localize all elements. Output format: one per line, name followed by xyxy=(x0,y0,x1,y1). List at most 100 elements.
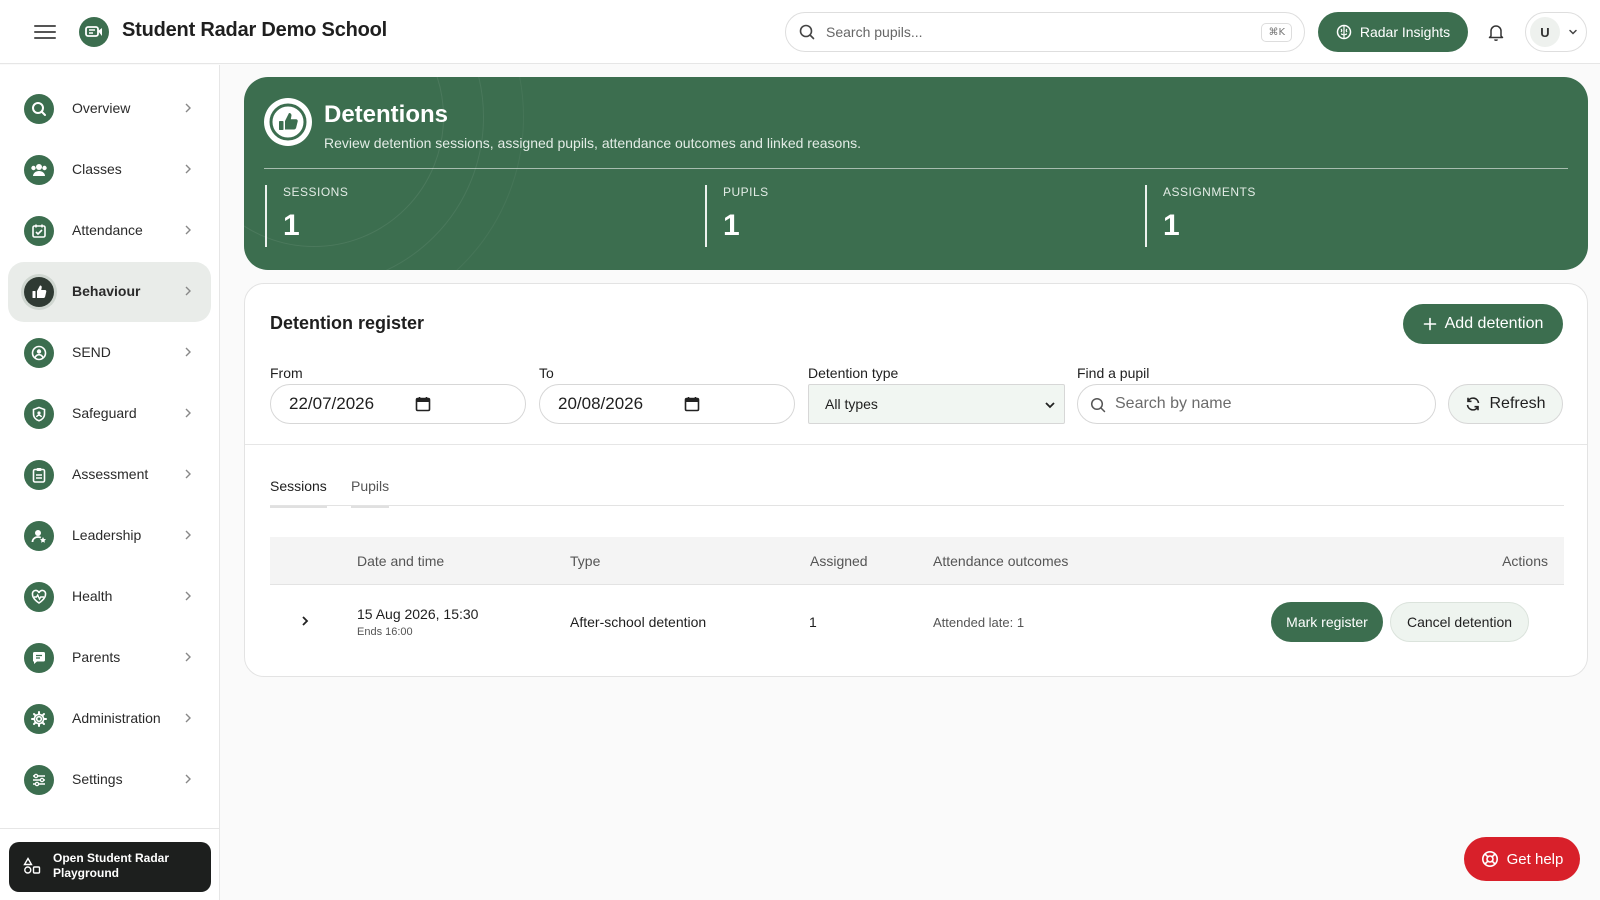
avatar: U xyxy=(1530,17,1560,47)
chevron-right-icon xyxy=(185,652,191,662)
sidebar-item-label: Assessment xyxy=(72,466,149,482)
person-star-icon xyxy=(24,521,54,551)
mark-register-button[interactable]: Mark register xyxy=(1271,602,1383,642)
from-label: From xyxy=(270,365,303,381)
sidebar-item-safeguard[interactable]: Safeguard xyxy=(8,384,211,444)
person-circle-icon xyxy=(24,338,54,368)
thumbs-up-icon xyxy=(24,277,54,307)
search-icon xyxy=(799,24,815,40)
refresh-label: Refresh xyxy=(1489,395,1546,412)
sidebar-item-settings[interactable]: Settings xyxy=(8,750,211,810)
column-header-date: Date and time xyxy=(357,553,445,569)
sidebar-item-behaviour[interactable]: Behaviour xyxy=(8,262,211,322)
sidebar-item-label: Administration xyxy=(72,710,161,726)
register-title: Detention register xyxy=(270,313,425,333)
from-date-field[interactable]: 22/07/2026 xyxy=(270,384,526,424)
stat-value: 1 xyxy=(1163,209,1180,242)
detention-type-label: Detention type xyxy=(808,365,899,381)
sidebar-item-leadership[interactable]: Leadership xyxy=(8,506,211,566)
hero-divider xyxy=(264,168,1568,169)
refresh-button[interactable]: Refresh xyxy=(1448,384,1563,424)
open-playground-button[interactable]: Open Student Radar Playground xyxy=(9,842,211,892)
stat-label: SESSIONS xyxy=(283,185,349,199)
tab-sessions[interactable]: Sessions xyxy=(270,478,327,508)
sidebar-item-label: Safeguard xyxy=(72,405,137,421)
sidebar-divider xyxy=(0,828,219,829)
global-search[interactable]: ⌘K xyxy=(785,12,1305,52)
session-assigned-count: 1 xyxy=(809,614,817,630)
sidebar-item-health[interactable]: Health xyxy=(8,567,211,627)
get-help-label: Get help xyxy=(1506,850,1564,868)
sidebar-item-assessment[interactable]: Assessment xyxy=(8,445,211,505)
chevron-right-icon xyxy=(185,347,191,357)
shield-icon xyxy=(24,399,54,429)
sidebar-item-parents[interactable]: Parents xyxy=(8,628,211,688)
chevron-right-icon xyxy=(185,286,191,296)
sidebar-item-send[interactable]: SEND xyxy=(8,323,211,383)
sliders-icon xyxy=(24,765,54,795)
heart-pulse-icon xyxy=(24,582,54,612)
table-row: 15 Aug 2026, 15:30 Ends 16:00 After-scho… xyxy=(270,586,1564,656)
chevron-right-icon xyxy=(185,469,191,479)
sidebar: Overview Classes Attendance Behaviour SE… xyxy=(0,65,220,900)
top-bar: Student Radar Demo School ⌘K Radar Insig… xyxy=(0,0,1600,64)
chevron-right-icon xyxy=(185,408,191,418)
add-detention-button[interactable]: Add detention xyxy=(1403,304,1563,344)
tab-pupils[interactable]: Pupils xyxy=(351,478,390,508)
detention-type-value: All types xyxy=(825,396,878,412)
chevron-down-icon xyxy=(1569,29,1577,35)
page-subtitle: Review detention sessions, assigned pupi… xyxy=(324,135,861,151)
sidebar-item-label: Settings xyxy=(72,771,123,787)
cancel-detention-button[interactable]: Cancel detention xyxy=(1390,602,1529,642)
sidebar-item-attendance[interactable]: Attendance xyxy=(8,201,211,261)
plus-icon xyxy=(1423,317,1436,331)
stat-value: 1 xyxy=(283,209,300,242)
stat-assignments: ASSIGNMENTS 1 xyxy=(1145,185,1445,247)
pupil-search-input[interactable] xyxy=(1115,395,1415,413)
column-header-actions: Actions xyxy=(1502,553,1548,569)
detention-type-select[interactable]: All types xyxy=(808,384,1065,424)
stat-pupils: PUPILS 1 xyxy=(705,185,1005,247)
stat-label: PUPILS xyxy=(723,185,769,199)
chevron-right-icon xyxy=(185,591,191,601)
sidebar-item-administration[interactable]: Administration xyxy=(8,689,211,749)
stat-value: 1 xyxy=(723,209,740,242)
calendar-check-icon xyxy=(24,216,54,246)
column-header-type: Type xyxy=(570,553,601,569)
sidebar-item-classes[interactable]: Classes xyxy=(8,140,211,200)
to-date-field[interactable]: 20/08/2026 xyxy=(539,384,795,424)
chevron-right-icon xyxy=(185,225,191,235)
chevron-right-icon xyxy=(185,103,191,113)
chevron-down-icon xyxy=(1045,402,1055,409)
chevron-right-icon xyxy=(185,774,191,784)
pupil-search[interactable] xyxy=(1077,384,1436,424)
add-detention-label: Add detention xyxy=(1444,315,1544,332)
to-label: To xyxy=(539,365,554,381)
app-logo-icon xyxy=(79,17,109,47)
card-divider xyxy=(245,444,1587,445)
global-search-input[interactable] xyxy=(826,24,1246,40)
chevron-right-icon[interactable] xyxy=(300,615,310,627)
search-icon xyxy=(24,94,54,124)
thumbs-up-icon xyxy=(264,98,312,146)
sidebar-item-label: Behaviour xyxy=(72,283,141,299)
sidebar-item-label: Leadership xyxy=(72,527,142,543)
chevron-right-icon xyxy=(185,713,191,723)
sidebar-item-label: Parents xyxy=(72,649,121,665)
radar-insights-button[interactable]: Radar Insights xyxy=(1318,12,1468,52)
sidebar-item-label: SEND xyxy=(72,344,111,360)
sidebar-item-overview[interactable]: Overview xyxy=(8,79,211,139)
lifebuoy-icon xyxy=(1481,851,1498,867)
brain-icon xyxy=(1336,24,1352,40)
find-pupil-label: Find a pupil xyxy=(1077,365,1150,381)
chat-icon xyxy=(24,643,54,673)
users-icon xyxy=(24,155,54,185)
bell-icon[interactable] xyxy=(1486,22,1506,42)
sessions-table-header: Date and time Type Assigned Attendance o… xyxy=(270,537,1564,585)
user-menu[interactable]: U xyxy=(1525,12,1587,52)
menu-icon[interactable] xyxy=(34,22,56,42)
calendar-icon[interactable] xyxy=(415,396,431,412)
session-attendance-outcome: Attended late: 1 xyxy=(933,615,1025,630)
get-help-button[interactable]: Get help xyxy=(1464,837,1580,881)
calendar-icon[interactable] xyxy=(684,396,700,412)
